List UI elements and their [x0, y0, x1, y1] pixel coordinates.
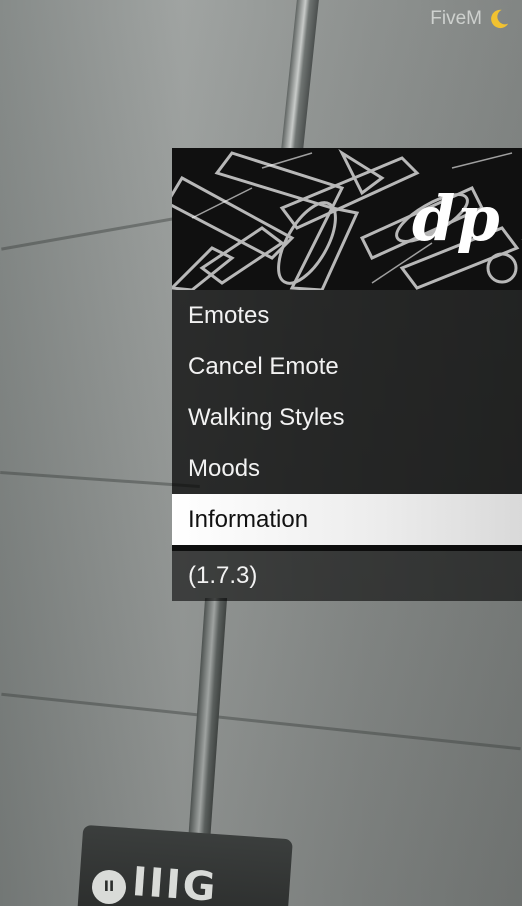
sign-emblem: II [92, 870, 126, 904]
menu-item-cancel-emote[interactable]: Cancel Emote [172, 341, 522, 392]
crescent-moon-icon [491, 9, 509, 29]
menu-item-moods[interactable]: Moods [172, 443, 522, 494]
wall-mortar-line [0, 471, 200, 488]
wall-mortar-line [1, 216, 179, 251]
menu-banner: dp E [172, 148, 522, 290]
wall-mortar-line [1, 692, 521, 751]
menu-item-walking-styles[interactable]: Walking Styles [172, 392, 522, 443]
pole [186, 598, 228, 858]
fivem-watermark: FiveM [430, 8, 510, 30]
watermark-brand: FiveM [430, 8, 482, 29]
emote-menu: dp E Emotes Cancel Emote Walking Styles … [172, 148, 522, 601]
menu-version-footer: (1.7.3) [172, 551, 522, 601]
sign-lettering: IIIG [130, 859, 219, 906]
menu-item-information[interactable]: Information [172, 494, 522, 545]
menu-item-list: Emotes Cancel Emote Walking Styles Moods… [172, 290, 522, 545]
banner-title: dp E [412, 182, 522, 255]
menu-item-emotes[interactable]: Emotes [172, 290, 522, 341]
pole [281, 0, 319, 150]
